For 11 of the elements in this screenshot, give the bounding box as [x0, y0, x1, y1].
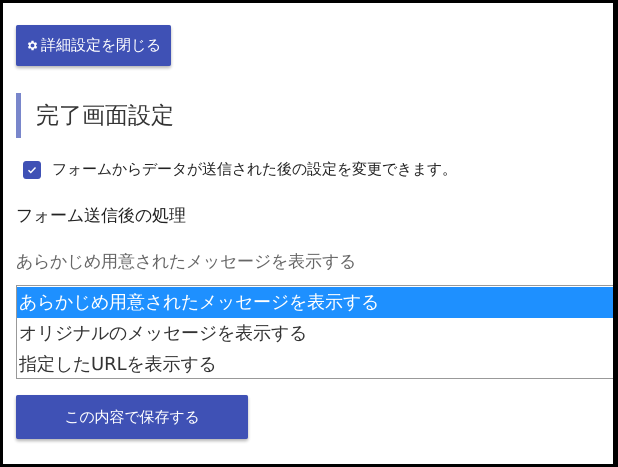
save-button[interactable]: この内容で保存する	[16, 395, 248, 439]
options-listbox[interactable]: あらかじめ用意されたメッセージを表示する オリジナルのメッセージを表示する 指定したURLを表示する	[16, 285, 613, 379]
field-label: フォーム送信後の処理	[16, 205, 186, 227]
gear-icon	[26, 39, 39, 52]
close-settings-button[interactable]: 詳細設定を閉じる	[16, 25, 171, 66]
checkbox-label: フォームからデータが送信された後の設定を変更できます。	[52, 160, 457, 179]
list-option[interactable]: オリジナルのメッセージを表示する	[17, 318, 613, 349]
section-heading: 完了画面設定	[16, 93, 174, 138]
current-value-text: あらかじめ用意されたメッセージを表示する	[16, 251, 356, 273]
list-option[interactable]: 指定したURLを表示する	[17, 349, 613, 380]
enable-checkbox[interactable]	[23, 160, 41, 178]
